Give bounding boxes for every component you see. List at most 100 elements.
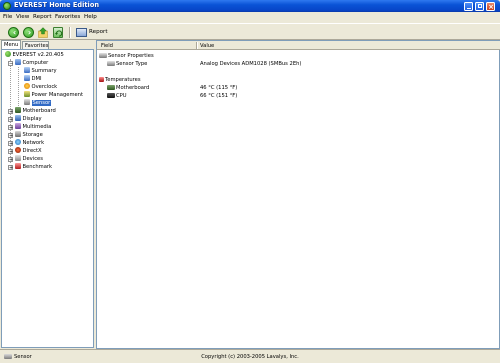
power-management-icon <box>24 91 30 97</box>
sensor-icon <box>107 60 115 66</box>
tree-motherboard-label: Motherboard <box>22 108 56 114</box>
forward-button[interactable]: › <box>23 26 34 38</box>
tree-node-storage[interactable]: Storage <box>15 131 43 139</box>
column-header-field[interactable]: Field <box>101 43 113 49</box>
tab-favorites[interactable]: Favorites <box>22 41 49 49</box>
tree-benchmark-label: Benchmark <box>22 164 53 170</box>
storage-icon <box>15 131 21 137</box>
thermometer-icon <box>99 76 104 82</box>
tree-overclock-label: Overclock <box>31 84 58 90</box>
menu-favorites[interactable]: Favorites <box>55 14 80 20</box>
maximize-button[interactable] <box>475 1 484 11</box>
menu-view[interactable]: View <box>16 14 29 20</box>
menu-file[interactable]: File <box>3 14 12 20</box>
tree-directx-label: DirectX <box>22 148 42 154</box>
column-divider[interactable] <box>196 42 198 49</box>
pane-tabs: Menu Favorites <box>0 40 95 49</box>
refresh-button[interactable] <box>53 26 63 38</box>
expand-motherboard-toggle[interactable]: + <box>8 108 13 114</box>
value-cpu-temp: 66 °C (151 °F) <box>200 93 238 99</box>
tree-line <box>18 67 19 106</box>
sensor-icon <box>99 52 107 58</box>
toolbar: ‹ › Report <box>0 23 500 40</box>
menu-tree: EVEREST v2.20.405 − Computer Summary DMI… <box>1 49 94 348</box>
tree-dmi-label: DMI <box>31 76 42 82</box>
tree-node-root[interactable]: EVEREST v2.20.405 <box>5 51 64 59</box>
tree-display-label: Display <box>22 116 42 122</box>
back-button[interactable]: ‹ <box>8 26 19 38</box>
everest-app-icon <box>3 2 11 10</box>
summary-icon <box>24 67 30 73</box>
report-button-label[interactable]: Report <box>89 29 108 35</box>
collapse-computer-toggle[interactable]: − <box>8 60 13 66</box>
up-button[interactable] <box>38 26 48 38</box>
tree-root-label: EVEREST v2.20.405 <box>12 52 64 58</box>
close-button[interactable]: × <box>486 1 495 11</box>
expand-benchmark-toggle[interactable]: + <box>8 164 13 170</box>
directx-icon <box>15 147 21 153</box>
window-title: EVEREST Home Edition <box>14 1 100 9</box>
menu-bar: File View Report Favorites Help <box>0 12 500 23</box>
tree-node-dmi[interactable]: DMI <box>24 75 42 83</box>
tree-storage-label: Storage <box>22 132 43 138</box>
tree-node-devices[interactable]: Devices <box>15 155 43 163</box>
expand-directx-toggle[interactable]: + <box>8 148 13 154</box>
network-icon <box>15 139 21 145</box>
forward-arrow-icon: › <box>27 28 32 37</box>
tree-sensor-label: Sensor <box>31 100 52 106</box>
maximize-icon <box>477 4 482 9</box>
computer-icon <box>15 59 21 65</box>
toolbar-separator <box>69 27 71 38</box>
table-row[interactable]: CPU <box>107 92 127 100</box>
expand-storage-toggle[interactable]: + <box>8 132 13 138</box>
tree-node-benchmark[interactable]: Benchmark <box>15 163 52 171</box>
report-icon[interactable] <box>76 27 87 37</box>
dmi-icon <box>24 75 30 81</box>
multimedia-icon <box>15 123 21 129</box>
expand-multimedia-toggle[interactable]: + <box>8 124 13 130</box>
tree-node-sensor[interactable]: Sensor <box>24 99 52 107</box>
expand-display-toggle[interactable]: + <box>8 116 13 122</box>
field-sensor-type: Sensor Type <box>116 61 148 67</box>
display-icon <box>15 115 21 121</box>
status-copyright: Copyright (c) 2003-2005 Lavalys, Inc. <box>201 354 299 360</box>
motherboard-icon <box>15 107 21 113</box>
tree-network-label: Network <box>22 140 45 146</box>
tree-devices-label: Devices <box>22 156 43 162</box>
column-header: Field Value <box>97 41 500 50</box>
tree-node-overclock[interactable]: Overclock <box>24 83 57 91</box>
minimize-button[interactable] <box>464 1 473 11</box>
column-header-value[interactable]: Value <box>200 43 214 49</box>
tree-node-display[interactable]: Display <box>15 115 42 123</box>
tree-node-multimedia[interactable]: Multimedia <box>15 123 51 131</box>
tree-node-computer[interactable]: Computer <box>15 59 48 67</box>
title-bar[interactable]: EVEREST Home Edition × <box>0 0 500 12</box>
field-motherboard: Motherboard <box>116 85 150 91</box>
up-folder-icon <box>38 26 48 38</box>
menu-report[interactable]: Report <box>33 14 52 20</box>
expand-devices-toggle[interactable]: + <box>8 156 13 162</box>
tree-node-power-management[interactable]: Power Management <box>24 91 83 99</box>
menu-help[interactable]: Help <box>84 14 97 20</box>
value-motherboard-temp: 46 °C (115 °F) <box>200 85 238 91</box>
tab-menu[interactable]: Menu <box>1 40 21 49</box>
overclock-icon <box>24 83 30 89</box>
expand-network-toggle[interactable]: + <box>8 140 13 146</box>
close-icon: × <box>488 2 494 11</box>
tree-summary-label: Summary <box>31 68 57 74</box>
group-title: Sensor Properties <box>108 53 154 59</box>
tree-multimedia-label: Multimedia <box>22 124 52 130</box>
tree-node-motherboard[interactable]: Motherboard <box>15 107 56 115</box>
group-header-sensor-properties: Sensor Properties <box>99 52 154 60</box>
cpu-icon <box>107 92 115 98</box>
tree-node-directx[interactable]: DirectX <box>15 147 42 155</box>
table-row[interactable]: Sensor Type <box>107 60 147 68</box>
sensor-icon <box>24 99 30 105</box>
motherboard-icon <box>107 84 115 90</box>
table-row[interactable]: Motherboard <box>107 84 149 92</box>
group-title: Temperatures <box>105 77 141 83</box>
devices-icon <box>15 155 21 161</box>
field-cpu: CPU <box>116 93 127 99</box>
tree-node-network[interactable]: Network <box>15 139 44 147</box>
tree-node-summary[interactable]: Summary <box>24 67 57 75</box>
